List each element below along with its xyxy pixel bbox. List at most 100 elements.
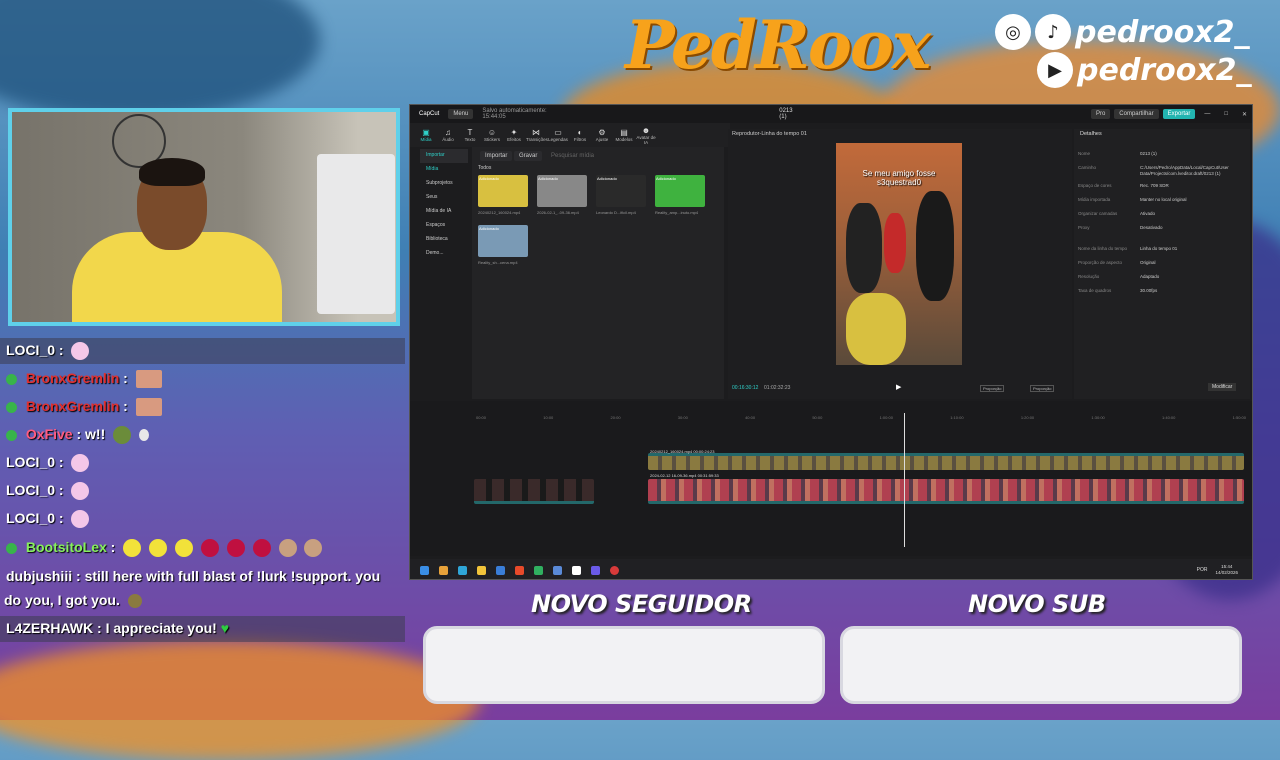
tool-transitions[interactable]: ⋈ Transições: [526, 128, 548, 142]
tool-label: Mídia: [420, 137, 432, 142]
sidebar-item-library[interactable]: Biblioteca: [420, 233, 468, 247]
new-follower-title: NOVO SEGUIDOR: [531, 590, 752, 618]
maximize-icon[interactable]: □: [1219, 109, 1233, 119]
record-button[interactable]: Gravar: [514, 151, 543, 161]
taskbar-clock[interactable]: 15:44 14/02/2026: [1215, 564, 1238, 576]
close-icon[interactable]: ✕: [1237, 109, 1252, 120]
chat-text: still here with full blast of !lurk !sup…: [84, 568, 381, 584]
tool-stickers[interactable]: ☺ Stickers: [482, 128, 502, 142]
import-button[interactable]: Importar: [480, 151, 513, 161]
ruler-tick: 10:00: [543, 415, 554, 420]
editor-window: CapCut Menu Salvo automaticamente: 15:44…: [409, 104, 1253, 580]
video-frame[interactable]: Se meu amigo fosse s3questrad0: [836, 143, 962, 365]
chat-message: BootsitoLex :: [6, 539, 323, 558]
keyboard-language[interactable]: POR: [1197, 567, 1208, 573]
details-panel: Detalhes Nome 0213 (1) Caminho C:/Users/…: [1074, 129, 1250, 399]
app-icon[interactable]: [439, 565, 448, 575]
folder-icon[interactable]: [477, 565, 486, 575]
capcut-icon[interactable]: [572, 565, 581, 575]
sidebar-item-yours[interactable]: Seus: [420, 191, 468, 205]
detail-key: Espaço de cores: [1078, 183, 1112, 188]
search-input[interactable]: Pesquisar mídia: [546, 151, 599, 161]
menu-button[interactable]: Menu: [448, 109, 474, 119]
detail-key: Organizar camadas: [1078, 211, 1118, 216]
tool-text[interactable]: T Texto: [460, 128, 480, 142]
pro-badge[interactable]: Pro: [1090, 109, 1111, 119]
obs-icon[interactable]: [610, 565, 619, 575]
thumb-tag: Adicionado: [656, 176, 676, 181]
tool-adjust[interactable]: ⚙ Ajuste: [592, 128, 612, 142]
app-icon[interactable]: [553, 565, 562, 575]
clock-date: 14/02/2026: [1215, 570, 1238, 575]
orb-emote-icon: [200, 539, 219, 558]
ruler-tick: 1:30:00: [1091, 415, 1105, 420]
timeline-clip[interactable]: [648, 453, 1244, 470]
tool-effects[interactable]: ✦ Efeitos: [504, 128, 524, 142]
sidebar-item-subprojects[interactable]: Subprojetos: [420, 177, 468, 191]
timeline-clip[interactable]: [648, 479, 1244, 504]
tool-media[interactable]: ▣ Mídia: [416, 128, 436, 142]
chat-message: L4ZERHAWK : I appreciate you! ♥: [6, 620, 230, 636]
chat-username: BronxGremlin: [25, 398, 120, 414]
thumb-name: Leonardo D...ificil.mp4: [596, 210, 636, 215]
app-icon[interactable]: [591, 565, 600, 575]
detail-key: Nome da linha do tempo: [1078, 246, 1128, 251]
detail-key: Resolução: [1078, 274, 1100, 279]
quality-button[interactable]: Proporção: [980, 385, 1005, 392]
timeline: 00:00 10:00 20:00 30:00 40:00 50:00 1:00…: [410, 401, 1252, 556]
tool-filters[interactable]: ◐ Filtros: [570, 128, 590, 142]
export-button[interactable]: Exportar: [1162, 109, 1196, 119]
video-person: [846, 203, 882, 293]
face-emote-icon: [135, 398, 162, 417]
modify-button[interactable]: Modificar: [1208, 383, 1237, 391]
tool-label: Texto: [464, 137, 476, 142]
chat-text: do you, I got you.: [4, 592, 120, 608]
filter-icon: ◐: [577, 128, 583, 137]
app-icon[interactable]: [534, 565, 543, 575]
verified-icon: [6, 401, 17, 413]
ruler-tick: 1:00:00: [879, 415, 893, 420]
pacman-emote-icon: [175, 539, 194, 558]
sidebar-item-ai-media[interactable]: Mídia de IA: [420, 205, 468, 219]
tool-templates[interactable]: ▤ Modelos: [614, 128, 634, 142]
tiktok-icon: ♪: [1035, 14, 1071, 50]
ruler-tick: 1:40:00: [1162, 415, 1176, 420]
pacman-emote-icon: [123, 539, 142, 558]
total-time: 01:02:32:23: [764, 385, 791, 391]
ruler-tick: 00:00: [476, 415, 487, 420]
ruler-tick: 30:00: [677, 415, 688, 420]
lurk-emote-icon: [71, 454, 90, 473]
sidebar-item-import[interactable]: Importar: [420, 149, 468, 163]
browser-icon[interactable]: [515, 565, 524, 575]
thumb-tag: Adicionado: [538, 176, 558, 181]
sidebar-item-media[interactable]: Mídia: [420, 163, 468, 177]
media-filter-all[interactable]: Todos: [478, 165, 491, 171]
tool-audio[interactable]: ♫ Áudio: [438, 128, 458, 142]
audio-icon: ♫: [445, 128, 451, 137]
chat-message: BronxGremlin :: [6, 370, 162, 389]
detail-value: Desativado: [1140, 225, 1163, 230]
chat-username: OxFive: [25, 426, 73, 442]
tool-label: Efeitos: [507, 137, 521, 142]
chat-username: dubjushiii: [6, 568, 73, 584]
minimize-icon[interactable]: —: [1199, 109, 1215, 119]
share-button[interactable]: Compartilhar: [1114, 109, 1159, 119]
orb-emote-icon: [252, 539, 271, 558]
detail-value: 0213 (1): [1140, 151, 1157, 156]
play-icon[interactable]: ▶: [896, 383, 901, 391]
app-icon[interactable]: [458, 565, 467, 575]
playhead[interactable]: [904, 413, 905, 547]
lurk-emote-icon: [71, 510, 90, 529]
timeline-clip[interactable]: [474, 479, 594, 504]
tool-ai-avatar[interactable]: ☻ Avatar de IA: [636, 126, 656, 145]
tool-captions[interactable]: ▭ Legendas: [548, 128, 568, 142]
chat-username: LOCI_0: [6, 454, 56, 470]
tool-label: Transições: [526, 137, 548, 142]
streamer-hair: [139, 158, 205, 186]
app-icon[interactable]: [496, 565, 505, 575]
start-icon[interactable]: [420, 565, 429, 575]
sidebar-item-demo[interactable]: Demo...: [420, 247, 468, 261]
ratio-button[interactable]: Proporção: [1030, 385, 1055, 392]
sidebar-item-spaces[interactable]: Espaços: [420, 219, 468, 233]
chat-username: LOCI_0: [6, 482, 56, 498]
